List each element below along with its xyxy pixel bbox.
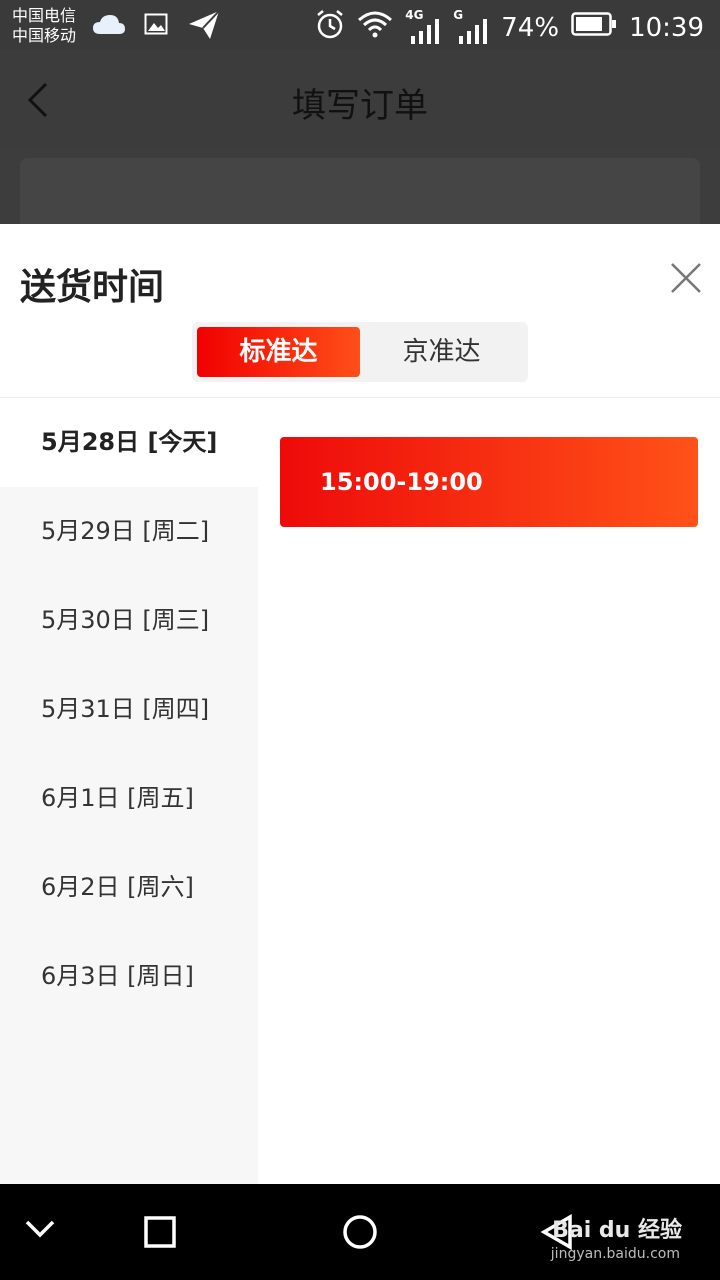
date-item[interactable]: 5月28日 [今天] [0,398,258,487]
image-icon [144,12,168,40]
chevron-down-icon[interactable] [24,1218,56,1244]
watermark-logo: Bai du 经验 [552,1218,682,1243]
send-icon [188,10,220,44]
tab-standard[interactable]: 标准达 [197,327,360,377]
alarm-icon [315,8,345,47]
system-nav-bar: Bai du 经验 jingyan.baidu.com [0,1184,720,1280]
recent-apps-icon[interactable] [144,1216,176,1252]
status-right: 4G G 74% 10:39 [315,8,704,47]
date-item[interactable]: 5月29日 [周二] [0,487,258,576]
time-slot-button[interactable]: 15:00-19:00 [280,437,698,527]
battery-icon [571,12,617,43]
carrier-2: 中国移动 [12,26,77,45]
watermark-url: jingyan.baidu.com [550,1246,680,1262]
close-icon[interactable] [668,260,704,296]
delivery-time-sheet: 送货时间 标准达 京准达 5月28日 [今天] 5月29日 [周二] 5月30日… [0,224,720,1184]
date-item[interactable]: 5月31日 [周四] [0,665,258,754]
date-item[interactable]: 6月2日 [周六] [0,843,258,932]
page-title: 填写订单 [292,86,428,126]
tab-jd-precise[interactable]: 京准达 [360,327,523,377]
battery-percent: 74% [501,12,560,43]
app-header: 填写订单 [0,50,720,150]
sheet-title: 送货时间 [20,267,165,308]
date-item[interactable]: 6月3日 [周日] [0,932,258,1021]
dimmed-content [0,150,720,224]
dimmed-card [20,158,700,224]
status-bar: 中国电信 中国移动 4G G 74% 10:39 [0,0,720,50]
wifi-icon [357,10,393,45]
clock: 10:39 [629,12,704,43]
home-icon[interactable] [342,1214,378,1254]
signal-4g-icon: 4G [405,8,441,44]
date-list: 5月28日 [今天] 5月29日 [周二] 5月30日 [周三] 5月31日 [… [0,398,258,1184]
date-item[interactable]: 5月30日 [周三] [0,576,258,665]
delivery-type-tabs: 标准达 京准达 [192,322,528,382]
carrier-1: 中国电信 [12,6,77,25]
cloud-icon [92,12,126,40]
time-slot-area: 15:00-19:00 [258,398,720,1184]
carrier-info: 中国电信 中国移动 [12,6,76,46]
signal-g-icon: G [453,8,489,44]
date-item[interactable]: 6月1日 [周五] [0,754,258,843]
